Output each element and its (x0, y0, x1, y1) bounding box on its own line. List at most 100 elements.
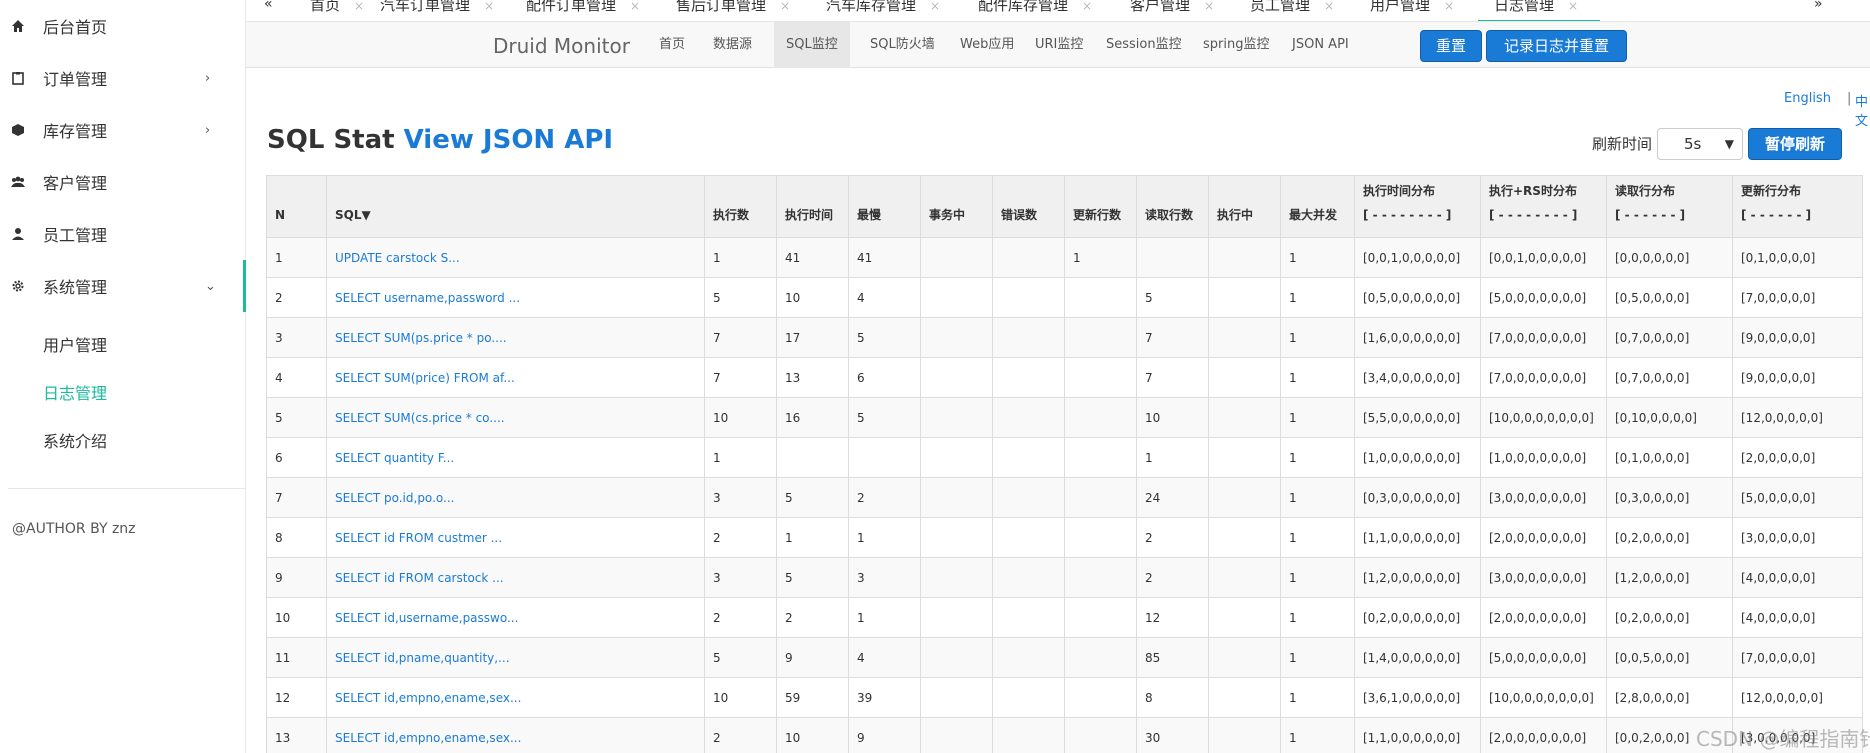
tab-home[interactable]: 首页 × (310, 0, 364, 15)
table-cell: 7 (1136, 317, 1209, 358)
close-icon[interactable]: × (1568, 0, 1578, 13)
table-cell (920, 477, 993, 518)
log-and-reset-button[interactable]: 记录日志并重置 (1486, 30, 1627, 62)
table-cell (992, 597, 1065, 638)
tab-employees[interactable]: 员工管理 × (1250, 0, 1334, 15)
table-cell (992, 437, 1065, 478)
column-header[interactable]: 错误数 (992, 175, 1065, 238)
close-icon[interactable]: × (484, 0, 494, 13)
column-header[interactable]: 执行时间分布 [ - - - - - - - - ] (1354, 175, 1481, 238)
table-cell: [0,5,0,0,0,0] (1606, 277, 1733, 318)
sql-link[interactable]: SELECT id FROM custmer ... (326, 517, 705, 558)
sidebar-subitem-users[interactable]: 用户管理 (43, 332, 107, 356)
table-cell: [1,4,0,0,0,0,0,0] (1354, 637, 1481, 678)
druid-link-session[interactable]: Session监控 (1094, 22, 1194, 68)
tab-logs[interactable]: 日志管理 × (1494, 0, 1578, 15)
druid-link-sql[interactable]: SQL监控 (774, 22, 850, 68)
sql-link[interactable]: UPDATE carstock S... (326, 237, 705, 278)
close-icon[interactable]: × (1444, 0, 1454, 13)
sql-link[interactable]: SELECT quantity F... (326, 437, 705, 478)
chevron-right-icon: › (205, 70, 211, 86)
sidebar-subitem-about[interactable]: 系统介绍 (43, 428, 107, 452)
table-cell: 10 (776, 717, 849, 753)
active-indicator (243, 260, 246, 312)
table-cell: 2 (704, 717, 777, 753)
close-icon[interactable]: × (930, 0, 940, 13)
close-icon[interactable]: × (354, 0, 364, 13)
tab-car-stock[interactable]: 汽车库存管理 × (826, 0, 940, 15)
close-icon[interactable]: × (1324, 0, 1334, 13)
column-header[interactable]: SQL▼ (326, 175, 705, 238)
column-header[interactable]: 最慢 (848, 175, 921, 238)
sidebar-item-customers[interactable]: 客户管理 (0, 156, 246, 208)
sql-link[interactable]: SELECT SUM(cs.price * co.... (326, 397, 705, 438)
tab-customers[interactable]: 客户管理 × (1130, 0, 1214, 15)
druid-link-datasource[interactable]: 数据源 (701, 22, 764, 68)
lang-chinese-link[interactable]: 中文 (1855, 91, 1870, 129)
column-header[interactable]: 更新行数 (1064, 175, 1137, 238)
sql-link[interactable]: SELECT SUM(ps.price * po.... (326, 317, 705, 358)
sidebar-item-system[interactable]: 系统管理 ⌄ (0, 260, 246, 312)
druid-brand[interactable]: Druid Monitor (493, 34, 630, 58)
table-cell: 7 (266, 477, 327, 518)
table-cell: 39 (848, 677, 921, 718)
lang-english-link[interactable]: English (1784, 91, 1831, 106)
table-cell (1208, 397, 1281, 438)
column-header[interactable]: 读取行分布 [ - - - - - - ] (1606, 175, 1733, 238)
close-icon[interactable]: × (780, 0, 790, 13)
druid-link-json-api[interactable]: JSON API (1280, 22, 1361, 68)
column-header[interactable]: 执行时间 (776, 175, 849, 238)
table-row: 12 SELECT id,empno,ename,sex... 10 59 39 8 1 [3… (266, 677, 1863, 718)
table-cell: 1 (776, 517, 849, 558)
pause-refresh-button[interactable]: 暂停刷新 (1748, 128, 1842, 160)
tab-car-orders[interactable]: 汽车订单管理 × (380, 0, 494, 15)
table-cell: 5 (848, 397, 921, 438)
table-cell: 10 (704, 677, 777, 718)
tab-aftersale-orders[interactable]: 售后订单管理 × (676, 0, 790, 15)
column-header[interactable]: 执行中 (1208, 175, 1281, 238)
sql-link[interactable]: SELECT username,password ... (326, 277, 705, 318)
column-header[interactable]: 最大并发 (1280, 175, 1355, 238)
tab-parts-stock[interactable]: 配件库存管理 × (978, 0, 1092, 15)
table-cell (920, 637, 993, 678)
column-header[interactable]: 事务中 (920, 175, 993, 238)
tab-parts-orders[interactable]: 配件订单管理 × (526, 0, 640, 15)
sidebar-subitem-logs[interactable]: 日志管理 (43, 380, 107, 404)
sql-link[interactable]: SELECT SUM(price) FROM af... (326, 357, 705, 398)
sql-link[interactable]: SELECT id,empno,ename,sex... (326, 677, 705, 718)
druid-link-firewall[interactable]: SQL防火墙 (858, 22, 947, 68)
column-header[interactable]: 执行+RS时分布 [ - - - - - - - - ] (1480, 175, 1607, 238)
view-json-api-link[interactable]: View JSON API (404, 125, 613, 155)
column-header[interactable]: 执行数 (704, 175, 777, 238)
table-cell: [5,5,0,0,0,0,0,0] (1354, 397, 1481, 438)
sidebar-item-orders[interactable]: 订单管理 › (0, 52, 246, 104)
sidebar-item-home[interactable]: 后台首页 (0, 0, 246, 52)
column-header[interactable]: N (266, 175, 327, 238)
druid-link-spring[interactable]: spring监控 (1191, 22, 1281, 68)
table-cell: 1 (1280, 397, 1355, 438)
druid-link-uri[interactable]: URI监控 (1023, 22, 1095, 68)
close-icon[interactable]: × (630, 0, 640, 13)
close-icon[interactable]: × (1082, 0, 1092, 13)
sql-link[interactable]: SELECT id,empno,ename,sex... (326, 717, 705, 753)
table-cell: 1 (848, 517, 921, 558)
column-header[interactable]: 读取行数 (1136, 175, 1209, 238)
druid-link-home[interactable]: 首页 (647, 22, 697, 68)
sql-link[interactable]: SELECT id FROM carstock ... (326, 557, 705, 598)
sidebar-item-inventory[interactable]: 库存管理 › (0, 104, 246, 156)
table-cell: 2 (266, 277, 327, 318)
close-icon[interactable]: × (1204, 0, 1214, 13)
reset-button[interactable]: 重置 (1420, 30, 1482, 62)
sql-link[interactable]: SELECT id,pname,quantity,... (326, 637, 705, 678)
tabs-scroll-right-button[interactable]: » (1814, 0, 1823, 12)
tab-users[interactable]: 用户管理 × (1370, 0, 1454, 15)
tabs-scroll-left-button[interactable]: « (264, 0, 273, 12)
sidebar-item-employees[interactable]: 员工管理 (0, 208, 246, 260)
table-cell (1064, 597, 1137, 638)
sql-link[interactable]: SELECT id,username,passwo... (326, 597, 705, 638)
druid-link-webapp[interactable]: Web应用 (948, 22, 1026, 68)
refresh-interval-select[interactable]: 5s ▼ (1657, 128, 1743, 160)
table-cell: 1 (1280, 317, 1355, 358)
column-header[interactable]: 更新行分布 [ - - - - - - ] (1732, 175, 1863, 238)
sql-link[interactable]: SELECT po.id,po.o... (326, 477, 705, 518)
